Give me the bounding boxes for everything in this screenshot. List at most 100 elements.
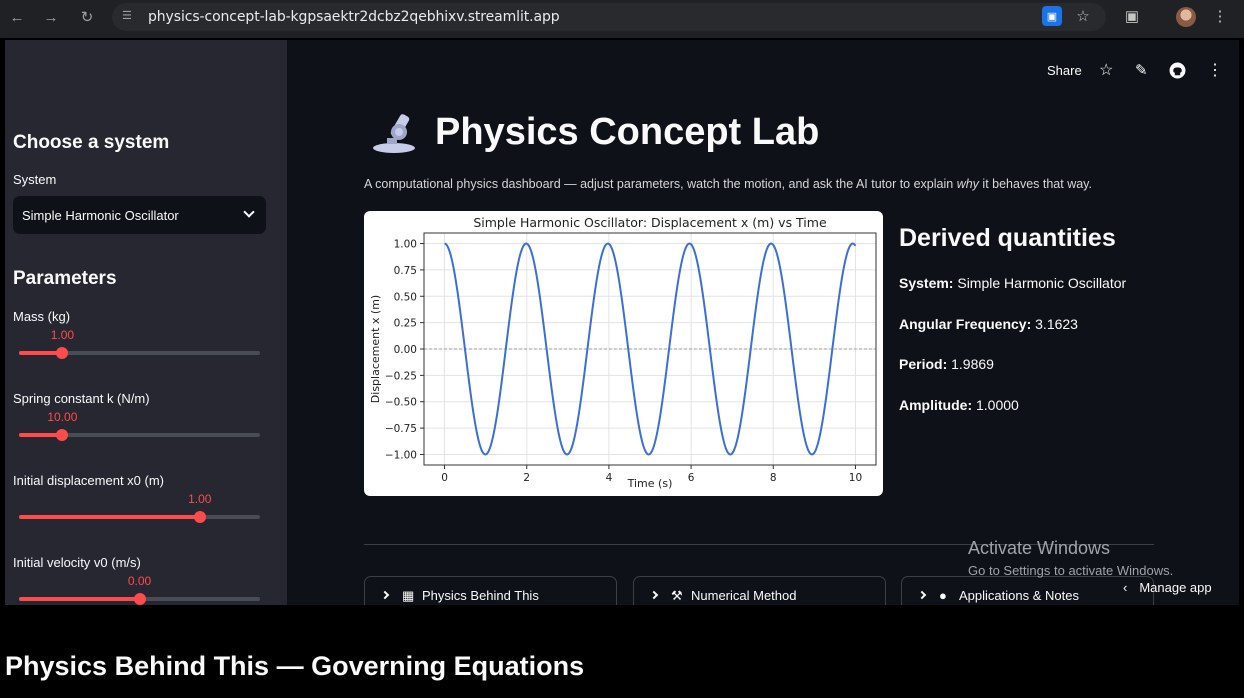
y-tick-label: −0.25 [385,370,417,382]
subtitle-text-end: it behaves that way. [978,177,1092,191]
spring-constant-slider[interactable]: 10.00 [19,410,260,441]
slider-fill [19,597,140,601]
system-select[interactable]: Simple Harmonic Oscillator [13,196,266,234]
manage-app-button[interactable]: ‹ Manage app [1123,580,1212,595]
derived-value: 1.0000 [976,397,1019,413]
derived-key: Angular Frequency: [899,316,1032,332]
activate-title: Activate Windows [968,538,1111,558]
expander-physics-behind[interactable]: ▦ Physics Behind This [364,576,617,605]
system-label: System [13,172,57,187]
title-row: Physics Concept Lab [369,110,819,154]
slider-fill [19,515,200,519]
derived-key: Amplitude: [899,397,973,413]
chevron-right-icon [649,590,659,600]
slider-value: 10.00 [47,410,78,424]
sidebar: Choose a system System Simple Harmonic O… [5,40,287,605]
param-label-x0: Initial displacement x0 (m) [13,473,164,488]
extensions-icon[interactable]: ▣ [1122,6,1142,26]
edit-pencil-icon[interactable]: ✎ [1135,60,1148,80]
derived-key: Period: [899,356,948,372]
chevron-right-icon [380,590,390,600]
main-content: Share ☆ ✎ ⋮ Physics Concept Lab A comput… [287,40,1239,605]
bookmark-star-icon[interactable]: ☆ [1073,6,1093,26]
expander-label: Numerical Method [691,588,797,603]
y-tick-label: 0.00 [394,344,417,356]
mass-slider[interactable]: 1.00 [19,328,260,359]
y-tick-label: −0.50 [385,397,417,409]
slider-thumb[interactable] [56,347,69,359]
url-text[interactable]: physics-concept-lab-kgpsaektr2dcbz2qebhi… [148,9,560,25]
y-tick-label: −0.75 [385,423,417,435]
param-label-spring: Spring constant k (N/m) [13,391,150,406]
chevron-down-icon [243,206,255,218]
star-icon[interactable]: ☆ [1099,60,1113,80]
param-label-mass: Mass (kg) [13,309,71,324]
profile-avatar[interactable] [1176,7,1196,27]
derived-value: 3.1623 [1035,316,1078,332]
slider-value: 1.00 [50,328,75,342]
share-button[interactable]: Share [1047,60,1082,80]
slider-thumb[interactable] [193,511,206,523]
sidebar-heading: Choose a system [13,132,170,153]
x-tick-label: 4 [606,472,613,484]
page-subtitle: A computational physics dashboard — adju… [364,177,1092,191]
y-tick-label: 0.75 [394,265,417,277]
browser-menu-icon[interactable]: ⋮ [1210,6,1230,26]
site-settings-icon[interactable]: ☰ [122,9,138,25]
y-axis-label: Displacement x (m) [369,295,382,403]
derived-key: System: [899,275,954,291]
initial-displacement-slider[interactable]: 1.00 [19,492,260,523]
y-tick-label: 0.50 [394,291,417,303]
x-tick-label: 2 [523,472,530,484]
page-title: Physics Concept Lab [435,110,820,153]
reload-icon[interactable]: ↻ [76,6,98,28]
chevron-right-icon [917,590,927,600]
derived-system: System: Simple Harmonic Oscillator [899,275,1126,291]
browser-toolbar: ← → ↻ ☰ physics-concept-lab-kgpsaektr2dc… [0,0,1244,38]
y-tick-label: 1.00 [394,239,417,251]
x-axis-label: Time (s) [627,477,673,490]
globe-icon: ● [939,588,947,603]
derived-heading: Derived quantities [899,224,1116,252]
x-tick-label: 10 [849,472,862,484]
expander-label: Applications & Notes [959,588,1079,603]
section-heading: Physics Behind This — Governing Equation… [5,651,585,681]
slider-value: 0.00 [127,574,152,588]
x-tick-label: 6 [688,472,695,484]
manage-app-label: Manage app [1139,580,1212,595]
y-tick-label: −1.00 [385,449,417,461]
books-icon: ▦ [402,588,415,603]
slider-value: 1.00 [188,492,212,506]
derived-value: Simple Harmonic Oscillator [957,275,1127,291]
x-tick-label: 0 [441,472,448,484]
expander-applications[interactable]: ● Applications & Notes [901,576,1154,605]
system-select-value: Simple Harmonic Oscillator [22,207,179,223]
plot-card: Simple Harmonic Oscillator: Displacement… [364,211,883,496]
wrench-icon: ⚒ [671,588,683,603]
derived-value: 1.9869 [951,356,994,372]
slider-thumb[interactable] [56,429,69,441]
app-menu-icon[interactable]: ⋮ [1207,60,1223,80]
install-app-icon[interactable]: ▣ [1042,6,1062,26]
displacement-chart: Simple Harmonic Oscillator: Displacement… [369,215,877,490]
parameters-heading: Parameters [13,268,117,289]
initial-velocity-slider[interactable]: 0.00 [19,574,260,605]
github-icon[interactable] [1169,60,1186,80]
activate-subtitle: Go to Settings to activate Windows. [968,563,1174,578]
address-bar[interactable]: ☰ physics-concept-lab-kgpsaektr2dcbz2qeb… [112,3,1106,31]
subtitle-emphasis: why [956,177,979,191]
y-tick-label: 0.25 [394,318,417,330]
slider-thumb[interactable] [133,593,146,605]
subtitle-text: A computational physics dashboard — adju… [364,177,957,191]
activate-windows-watermark: Activate Windows Go to Settings to activ… [968,538,1173,578]
forward-arrow-icon[interactable]: → [40,6,62,28]
expander-label: Physics Behind This [422,588,539,603]
chevron-left-icon: ‹ [1123,580,1128,595]
back-arrow-icon[interactable]: ← [6,6,28,28]
microscope-icon [373,114,415,153]
derived-period: Period: 1.9869 [899,356,994,372]
derived-angular-frequency: Angular Frequency: 3.1623 [899,316,1078,332]
app-page: Choose a system System Simple Harmonic O… [5,40,1239,605]
expander-numerical-method[interactable]: ⚒ Numerical Method [633,576,886,605]
x-tick-label: 8 [770,472,777,484]
